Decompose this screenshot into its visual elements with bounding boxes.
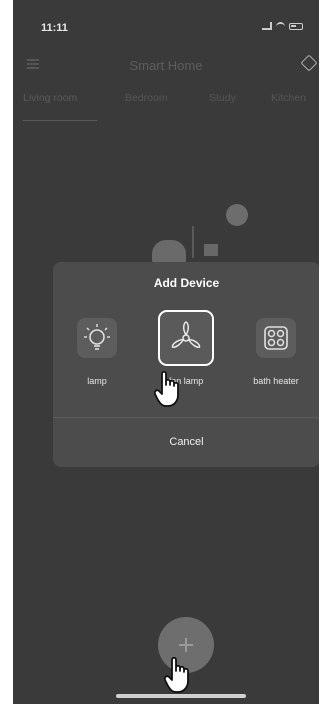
dialog-title: Add Device	[153, 276, 220, 290]
active-tab-indicator	[23, 120, 97, 121]
room-tabs: Living room Bedroom Study Kitchen	[13, 92, 319, 122]
signal-icon	[262, 22, 272, 30]
battery-icon	[289, 22, 303, 30]
tab-bedroom[interactable]: Bedroom	[125, 92, 168, 104]
phone-screen: 11:11 Smart Home Living room Bedroom Stu…	[13, 0, 319, 704]
status-icons	[262, 22, 303, 30]
tab-study[interactable]: Study	[209, 92, 236, 104]
app-header: Smart Home	[13, 52, 319, 80]
device-label: bath heater	[253, 376, 299, 386]
page-title: Smart Home	[129, 58, 203, 73]
status-bar: 11:11	[13, 0, 319, 44]
pointer-hand-icon	[163, 656, 189, 693]
add-device-dialog: Add Device lamp fan lamp bath heater Can…	[53, 262, 319, 467]
status-time: 11:11	[41, 22, 68, 34]
tab-kitchen[interactable]: Kitchen	[271, 92, 306, 104]
fan-icon	[158, 310, 214, 366]
cancel-button[interactable]: Cancel	[53, 418, 319, 466]
heater-icon	[256, 318, 296, 358]
wifi-icon	[276, 22, 285, 30]
lightbulb-icon	[77, 318, 117, 358]
device-label: lamp	[87, 376, 107, 386]
tab-living-room[interactable]: Living room	[23, 92, 77, 104]
pointer-hand-icon	[153, 370, 179, 407]
home-indicator[interactable]	[116, 694, 246, 698]
